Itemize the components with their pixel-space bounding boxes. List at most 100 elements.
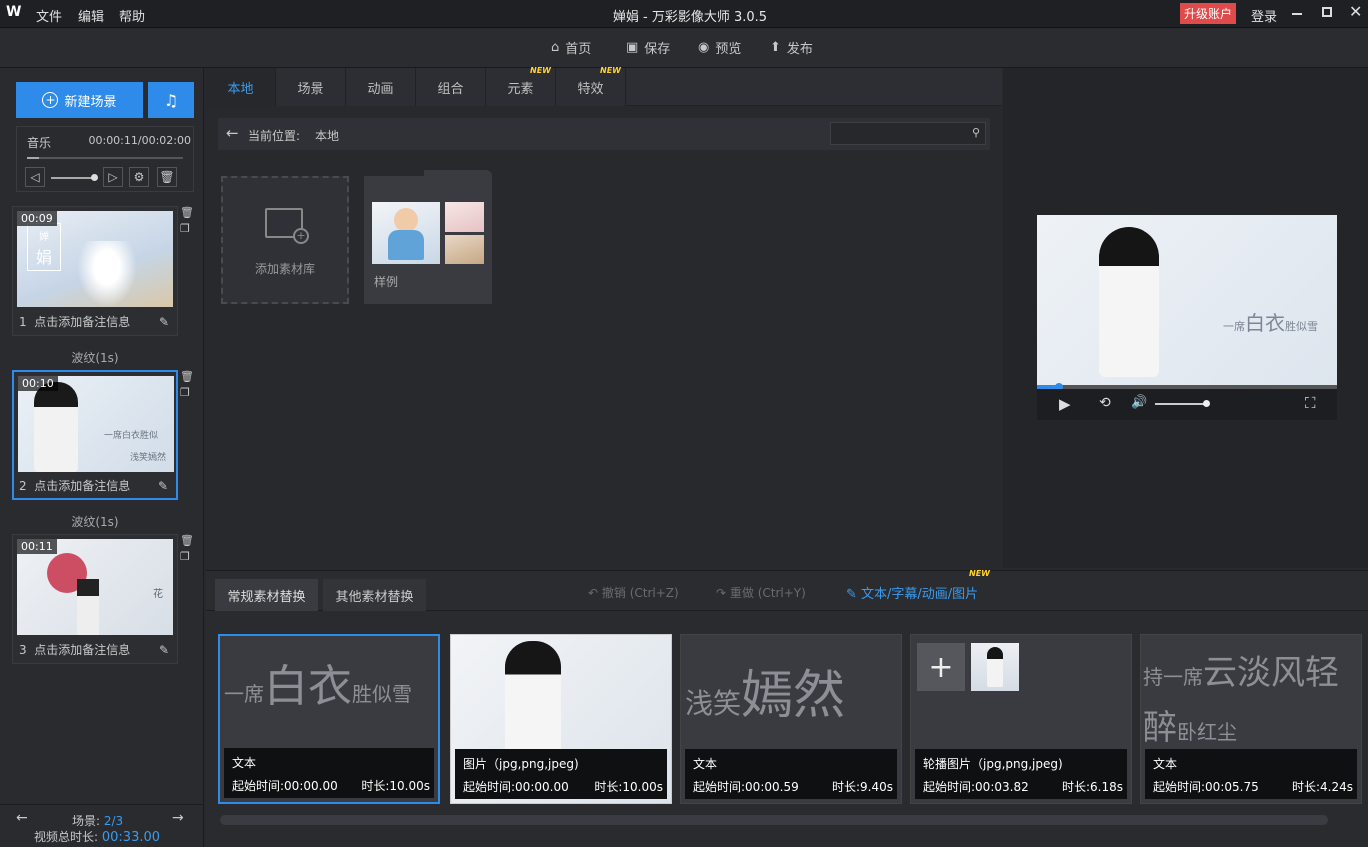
upgrade-button[interactable]: 升级账户 — [1180, 3, 1237, 24]
example-folder[interactable]: 样例 — [364, 170, 492, 304]
fullscreen-icon[interactable]: ⛶ — [1305, 394, 1316, 412]
scene-card-3[interactable]: 花 00:11 3 点击添加备注信息 ✎ — [12, 534, 178, 664]
redo-icon: ↷ — [716, 586, 727, 600]
scene-panel: + 新建场景 ♫ 音乐 00:00:11/00:02:00 ◁ ▷ ⚙ 🗑 婵娟… — [0, 68, 204, 847]
card-type: 图片（jpg,png,jpeg) — [463, 757, 579, 771]
scene-note[interactable]: 1 点击添加备注信息 — [19, 313, 130, 330]
folder-add-icon: + — [265, 208, 309, 244]
trash-icon[interactable]: 🗑 — [157, 167, 177, 187]
text-edit-label: 文本/字幕/动画/图片 — [861, 587, 979, 602]
scene-card-2[interactable]: 一席白衣胜似 浅笑嫣然 00:10 2 点击添加备注信息 ✎ — [12, 370, 178, 500]
save-label: 保存 — [644, 42, 671, 57]
menu-file[interactable]: 文件 — [36, 6, 62, 25]
add-image-button[interactable]: + — [917, 643, 965, 691]
tab-animation[interactable]: 动画 — [346, 68, 416, 106]
edit-icon[interactable]: ✎ — [159, 643, 169, 657]
preview-caption-pre: 一席 — [1223, 320, 1245, 333]
preview-video[interactable]: 一席白衣胜似雪 — [1037, 215, 1337, 385]
card-duration: 时长:6.18s — [1061, 780, 1123, 794]
preview-icon: ◉ — [698, 40, 710, 55]
card-info: 文本 起始时间:00:00.00 时长:10.00s — [224, 748, 434, 798]
scene-card-1[interactable]: 婵娟 00:09 1 点击添加备注信息 ✎ — [12, 206, 178, 336]
window-title: 婵娟 - 万彩影像大师 3.0.5 — [612, 10, 768, 25]
preview-button[interactable]: ◉ 预览 — [698, 38, 741, 57]
scene-index: 1 — [19, 315, 27, 329]
music-progress[interactable] — [27, 157, 183, 159]
volume-up-icon[interactable]: ▷ — [103, 167, 123, 187]
card-start: 起始时间:00:05.75 — [1153, 780, 1259, 794]
scene-note[interactable]: 3 点击添加备注信息 — [19, 641, 130, 658]
gear-icon[interactable]: ⚙ — [129, 167, 149, 187]
text-edit-link[interactable]: ✎ 文本/字幕/动画/图片 — [846, 583, 978, 602]
replay-icon[interactable]: ⟲ — [1099, 395, 1111, 411]
music-time: 00:00:11/00:02:00 — [88, 134, 191, 147]
copy-scene-icon[interactable]: ❐ — [180, 222, 190, 235]
edit-icon[interactable]: ✎ — [159, 315, 169, 329]
card-duration: 时长:10.00s — [594, 780, 663, 794]
card-type: 文本 — [232, 756, 257, 770]
horizontal-scrollbar[interactable] — [220, 815, 1328, 825]
copy-scene-icon[interactable]: ❐ — [180, 386, 190, 399]
play-icon[interactable]: ▶ — [1059, 395, 1071, 413]
publish-button[interactable]: ⬆ 发布 — [770, 38, 813, 57]
transition-label-2[interactable]: 波纹(1s) — [0, 513, 190, 530]
replace-card-2[interactable]: 图片（jpg,png,jpeg) 起始时间:00:00.00 时长:10.00s — [450, 634, 672, 804]
menu-edit[interactable]: 编辑 — [78, 6, 104, 25]
preview-volume-slider[interactable] — [1155, 400, 1210, 407]
card-duration: 时长:4.24s — [1291, 780, 1353, 794]
copy-scene-icon[interactable]: ❐ — [180, 550, 190, 563]
volume-slider[interactable] — [51, 174, 98, 181]
scene-title-box: 婵娟 — [27, 223, 61, 271]
music-list-button[interactable]: ♫ — [148, 82, 194, 118]
card-text-preview: 浅笑嫣然 — [685, 653, 845, 728]
tab-local[interactable]: 本地 — [206, 68, 276, 106]
tab-regular-replace[interactable]: 常规素材替换 — [215, 579, 318, 611]
volume-down-icon[interactable]: ◁ — [25, 167, 45, 187]
close-button[interactable]: ✕ — [1349, 2, 1362, 21]
music-list-icon: ♫ — [163, 90, 179, 110]
home-button[interactable]: ⌂ 首页 — [551, 38, 591, 57]
music-box: 音乐 00:00:11/00:02:00 ◁ ▷ ⚙ 🗑 — [16, 126, 194, 192]
redo-label: 重做 (Ctrl+Y) — [729, 586, 806, 600]
card-duration: 时长:10.00s — [361, 779, 430, 793]
transition-label-1[interactable]: 波纹(1s) — [0, 349, 190, 366]
next-scene-arrow-icon[interactable]: → — [172, 810, 184, 826]
tab-scene[interactable]: 场景 — [276, 68, 346, 106]
new-scene-label: 新建场景 — [64, 94, 117, 110]
card-info: 文本 起始时间:00:05.75 时长:4.24s — [1145, 749, 1357, 799]
tab-other-replace[interactable]: 其他素材替换 — [323, 579, 426, 611]
title-bar: W 文件 编辑 帮助 婵娟 - 万彩影像大师 3.0.5 升级账户 登录 ✕ — [0, 0, 1368, 28]
replace-card-4[interactable]: + 轮播图片（jpg,png,jpeg) 起始时间:00:03.82 时长:6.… — [910, 634, 1132, 804]
add-library-button[interactable]: + 添加素材库 — [221, 176, 349, 304]
edit-icon[interactable]: ✎ — [158, 479, 168, 493]
scene-note[interactable]: 2 点击添加备注信息 — [19, 477, 130, 494]
tab-combo[interactable]: 组合 — [416, 68, 486, 106]
card-text-line2b: 卧红尘 — [1177, 720, 1237, 744]
search-input[interactable]: ⚲ — [830, 122, 986, 145]
new-scene-button[interactable]: + 新建场景 — [16, 82, 143, 118]
home-icon: ⌂ — [551, 40, 560, 55]
carousel-thumb[interactable] — [971, 643, 1019, 691]
volume-icon[interactable]: 🔊 — [1131, 395, 1147, 410]
search-icon: ⚲ — [971, 126, 980, 139]
delete-scene-icon[interactable]: 🗑 — [180, 534, 194, 547]
card-duration: 时长:9.40s — [831, 780, 893, 794]
maximize-button[interactable] — [1322, 7, 1332, 17]
login-button[interactable]: 登录 — [1251, 6, 1277, 25]
menu-help[interactable]: 帮助 — [119, 6, 145, 25]
preview-panel: 一席白衣胜似雪 ▶ ⟲ 🔊 ⛶ — [1003, 68, 1368, 568]
prev-scene-arrow-icon[interactable]: ← — [16, 810, 28, 826]
minimize-button[interactable] — [1292, 5, 1304, 21]
back-arrow-icon[interactable]: ← — [226, 124, 239, 142]
home-label: 首页 — [565, 42, 592, 57]
save-button[interactable]: ▣ 保存 — [626, 38, 670, 57]
scene-title-char-2: 娟 — [35, 248, 52, 267]
replace-card-5[interactable]: 持一席云淡风轻 醉卧红尘 文本 起始时间:00:05.75 时长:4.24s — [1140, 634, 1362, 804]
delete-scene-icon[interactable]: 🗑 — [180, 370, 194, 383]
replace-card-3[interactable]: 浅笑嫣然 文本 起始时间:00:00.59 时长:9.40s — [680, 634, 902, 804]
undo-button[interactable]: ↶ 撤销 (Ctrl+Z) — [588, 584, 679, 601]
redo-button[interactable]: ↷ 重做 (Ctrl+Y) — [716, 584, 806, 601]
replace-card-1[interactable]: 一席白衣胜似雪 文本 起始时间:00:00.00 时长:10.00s — [218, 634, 440, 804]
plus-circle-icon: + — [42, 92, 59, 108]
delete-scene-icon[interactable]: 🗑 — [180, 206, 194, 219]
